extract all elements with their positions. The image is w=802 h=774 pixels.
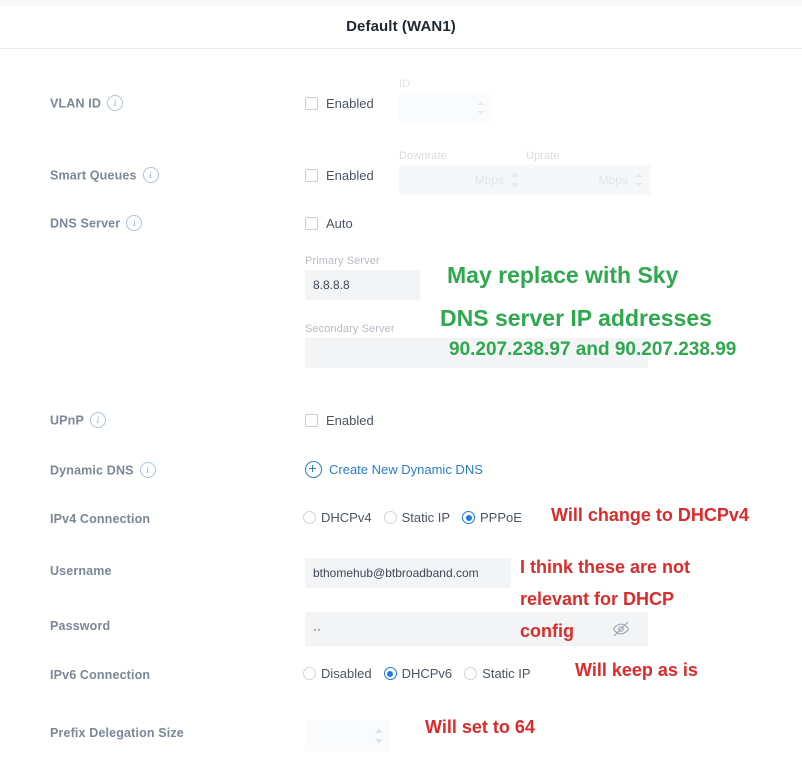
upnp-enabled-checkbox-wrap[interactable]: Enabled [305, 413, 374, 428]
ipv6-radio-dhcpv6-label: DHCPv6 [401, 666, 453, 681]
dns-server-label-text: DNS Server [50, 216, 121, 231]
info-icon[interactable]: i [89, 412, 106, 428]
ipv6-option-disabled[interactable]: Disabled [303, 666, 372, 681]
eye-off-icon[interactable] [612, 620, 630, 638]
primary-server-value: 8.8.8.8 [313, 278, 350, 292]
dynamic-dns-label: Dynamic DNS i [50, 462, 156, 479]
ipv6-option-dhcpv6[interactable]: DHCPv6 [383, 666, 453, 681]
dns-auto-label: Auto [326, 216, 353, 231]
vlan-id-spinner[interactable] [477, 101, 485, 115]
annotation-dns-green-line1: May replace with Sky [447, 262, 679, 288]
ipv6-radio-static-ip-label: Static IP [482, 666, 531, 681]
create-new-dynamic-dns-button[interactable]: Create New Dynamic DNS [305, 461, 483, 478]
uprate-placeholder: Mbps [598, 173, 628, 187]
ipv6-radio-disabled-label: Disabled [321, 666, 372, 681]
ipv6-option-static-ip[interactable]: Static IP [464, 666, 531, 681]
smart-queues-label: Smart Queues i [50, 167, 159, 184]
ipv4-radio-dhcpv4-label: DHCPv4 [321, 510, 372, 525]
wan-settings-page: Default (WAN1) VLAN ID i Enabled ID Smart… [0, 0, 802, 774]
password-value: ·· [313, 622, 321, 636]
upnp-enabled-label: Enabled [326, 413, 374, 428]
prefix-delegation-size-input[interactable] [305, 720, 390, 751]
ipv6-connection-radio-group[interactable]: Disabled DHCPv6 Static IP [303, 666, 543, 681]
vlan-id-input[interactable] [399, 93, 492, 123]
vlan-enabled-checkbox[interactable] [305, 97, 318, 110]
downrate-spinner[interactable] [511, 173, 519, 187]
vlan-id-label: VLAN ID i [50, 95, 124, 112]
create-new-dynamic-dns-label: Create New Dynamic DNS [329, 462, 483, 477]
primary-server-label: Primary Server [305, 255, 380, 267]
primary-server-field-group: Primary Server 8.8.8.8 [305, 255, 420, 300]
prefix-delegation-size-spinner[interactable] [375, 728, 383, 743]
downrate-placeholder: Mbps [474, 173, 504, 187]
username-label: Username [50, 564, 112, 578]
panel-header: Default (WAN1) [0, 6, 802, 49]
smart-queues-enabled-checkbox-wrap[interactable]: Enabled [305, 168, 374, 183]
vlan-enabled-label: Enabled [326, 96, 374, 111]
upnp-label-text: UPnP [50, 413, 84, 428]
uprate-label: Uprate [526, 150, 560, 162]
annotation-credentials-red-line2: relevant for DHCP [520, 589, 675, 609]
ipv4-radio-static-ip-label: Static IP [401, 510, 450, 525]
info-icon[interactable]: i [126, 215, 143, 231]
ipv6-radio-dhcpv6[interactable] [383, 667, 397, 680]
vlan-id-field-group: ID [399, 78, 492, 123]
ipv6-radio-static-ip[interactable] [464, 667, 478, 680]
annotation-dns-green-line2: DNS server IP addresses [440, 305, 712, 331]
plus-circle-icon [305, 461, 322, 478]
ipv4-connection-label: IPv4 Connection [50, 512, 151, 526]
dns-auto-checkbox-wrap[interactable]: Auto [305, 216, 353, 231]
ipv4-radio-pppoe-label: PPPoE [480, 510, 522, 525]
ipv4-radio-static-ip[interactable] [383, 511, 397, 524]
uprate-spinner[interactable] [635, 173, 643, 187]
dns-server-label: DNS Server i [50, 215, 143, 232]
smart-queues-enabled-checkbox[interactable] [305, 169, 318, 182]
vlan-id-label-text: VLAN ID [50, 96, 102, 111]
smart-queues-enabled-label: Enabled [326, 168, 374, 183]
password-label: Password [50, 619, 111, 633]
ipv6-connection-label: IPv6 Connection [50, 668, 151, 682]
ipv4-connection-radio-group[interactable]: DHCPv4 Static IP PPPoE [303, 510, 534, 525]
prefix-delegation-size-label: Prefix Delegation Size [50, 726, 184, 740]
password-input[interactable]: ·· [305, 612, 648, 646]
vlan-enabled-checkbox-wrap[interactable]: Enabled [305, 96, 374, 111]
annotation-credentials-red-line3: config [520, 621, 574, 641]
annotation-ipv6-red: Will keep as is [575, 660, 698, 680]
dns-auto-checkbox[interactable] [305, 217, 318, 230]
smart-queues-label-text: Smart Queues [50, 168, 137, 183]
uprate-input[interactable]: Mbps [526, 165, 650, 195]
username-value: bthomehub@btbroadband.com [313, 566, 479, 580]
ipv4-option-pppoe[interactable]: PPPoE [462, 510, 522, 525]
info-icon[interactable]: i [107, 95, 124, 111]
upnp-enabled-checkbox[interactable] [305, 414, 318, 427]
ipv4-option-dhcpv4[interactable]: DHCPv4 [303, 510, 372, 525]
downrate-input[interactable]: Mbps [399, 165, 526, 195]
annotation-prefix-red: Will set to 64 [425, 717, 535, 737]
info-icon[interactable]: i [142, 167, 159, 183]
ipv6-radio-disabled[interactable] [303, 667, 316, 680]
upnp-label: UPnP i [50, 412, 106, 429]
ipv4-radio-dhcpv4[interactable] [303, 511, 316, 524]
ipv4-radio-pppoe[interactable] [462, 511, 475, 524]
primary-server-input[interactable]: 8.8.8.8 [305, 270, 420, 300]
annotation-credentials-red-line1: I think these are not [520, 557, 691, 577]
uprate-field-group: Uprate Mbps [526, 150, 650, 195]
annotation-dns-green-line3: 90.207.238.97 and 90.207.238.99 [449, 339, 737, 360]
vlan-id-field-label: ID [399, 78, 411, 90]
info-icon[interactable]: i [139, 462, 156, 478]
downrate-label: Downrate [399, 150, 447, 162]
username-input[interactable]: bthomehub@btbroadband.com [305, 558, 511, 588]
dynamic-dns-label-text: Dynamic DNS [50, 463, 134, 478]
downrate-field-group: Downrate Mbps [399, 150, 526, 195]
ipv4-option-static-ip[interactable]: Static IP [383, 510, 450, 525]
page-title: Default (WAN1) [346, 18, 456, 35]
annotation-ipv4-red: Will change to DHCPv4 [551, 505, 749, 525]
